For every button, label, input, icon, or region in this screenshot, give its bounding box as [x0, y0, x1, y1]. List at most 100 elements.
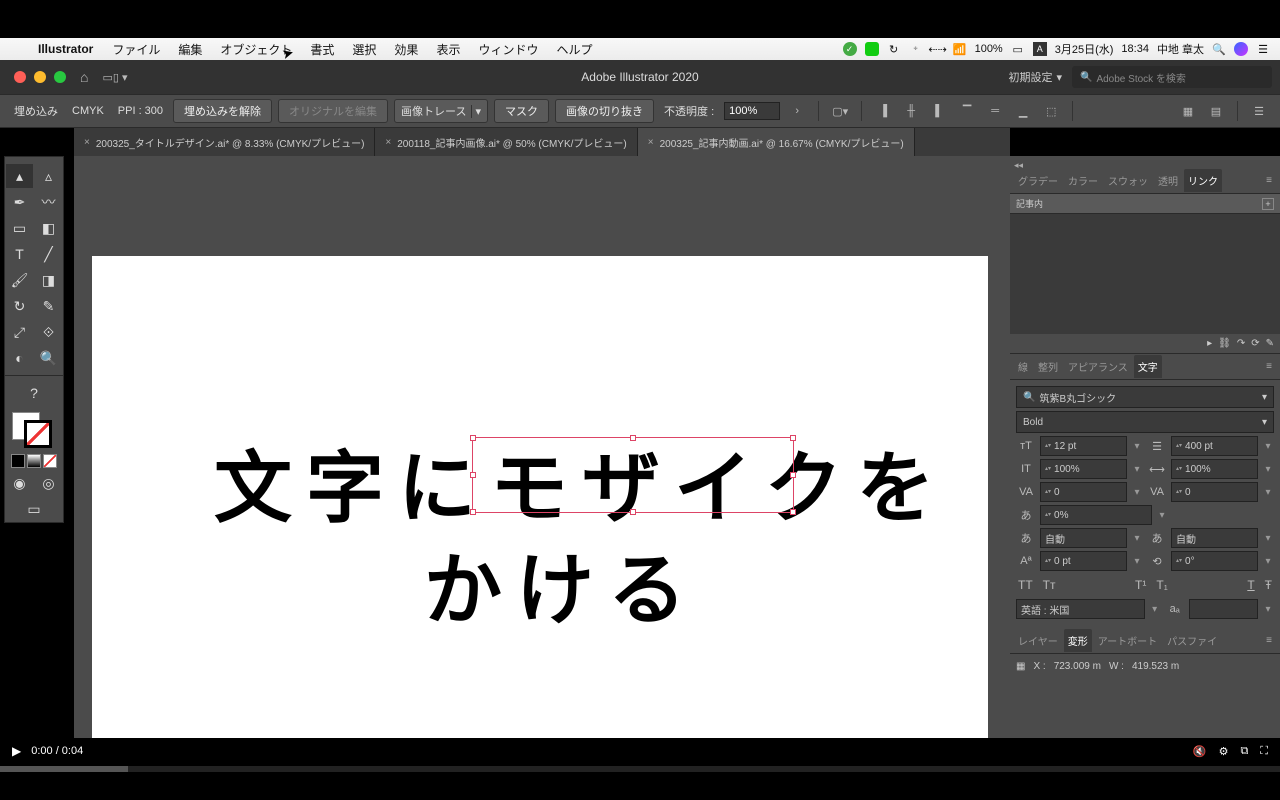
- siri-icon[interactable]: [1234, 42, 1248, 56]
- color-swatch[interactable]: [11, 454, 25, 468]
- align-right-icon[interactable]: ▌: [930, 102, 948, 120]
- grid-icon[interactable]: ▤: [1207, 102, 1225, 120]
- fullscreen-icon[interactable]: ⛶: [1260, 745, 1268, 758]
- zoom-tool[interactable]: 🔍: [35, 346, 62, 370]
- scale-tool[interactable]: ⤢: [6, 320, 33, 344]
- none-swatch[interactable]: [43, 454, 57, 468]
- menu-help[interactable]: ヘルプ: [547, 41, 601, 58]
- rotate-tool[interactable]: ↻: [6, 294, 33, 318]
- transform-icon[interactable]: ⬚: [1042, 102, 1060, 120]
- artboard[interactable]: 文字にモザイクを かける: [92, 256, 988, 738]
- menu-edit[interactable]: 編集: [169, 41, 211, 58]
- help-tool[interactable]: ?: [6, 381, 62, 405]
- allcaps-icon[interactable]: TT: [1018, 578, 1033, 592]
- vscale-field[interactable]: ▴▾100%: [1040, 459, 1127, 479]
- pip-icon[interactable]: ⧉: [1240, 745, 1248, 758]
- fill-stroke-control[interactable]: [6, 410, 62, 450]
- align-left-icon[interactable]: ▐: [874, 102, 892, 120]
- image-trace-dropdown[interactable]: 画像トレース▾: [394, 99, 488, 123]
- hscale-field[interactable]: ▴▾100%: [1171, 459, 1258, 479]
- w-value[interactable]: 419.523 m: [1132, 661, 1179, 672]
- pen-tool[interactable]: ✒: [6, 190, 33, 214]
- tab-stroke[interactable]: 線: [1014, 355, 1032, 378]
- strikethrough-icon[interactable]: Ŧ: [1265, 578, 1272, 592]
- zoom-window[interactable]: [54, 71, 66, 83]
- align-top-icon[interactable]: ▔: [958, 102, 976, 120]
- leading-field[interactable]: ▴▾400 pt: [1171, 436, 1258, 456]
- close-tab-icon[interactable]: ×: [385, 137, 391, 148]
- menu-type[interactable]: 書式: [301, 41, 343, 58]
- close-tab-icon[interactable]: ×: [84, 137, 90, 148]
- workspace-switcher[interactable]: ▭▯ ▾: [102, 71, 127, 84]
- style-icon[interactable]: ▢▾: [831, 102, 849, 120]
- relink-icon[interactable]: ⛓: [1218, 338, 1231, 349]
- settings-icon[interactable]: ⚙: [1219, 745, 1229, 758]
- update-icon[interactable]: ⟳: [1251, 338, 1259, 349]
- font-size-field[interactable]: ▴▾12 pt: [1040, 436, 1127, 456]
- stroke-swatch[interactable]: [24, 420, 52, 448]
- play-button[interactable]: ▶: [12, 744, 21, 758]
- isolate-icon[interactable]: ▦: [1179, 102, 1197, 120]
- text-line-2[interactable]: かける: [424, 528, 700, 640]
- traffic-lights[interactable]: [0, 71, 66, 83]
- input-icon[interactable]: A: [1033, 42, 1047, 56]
- tab-align[interactable]: 整列: [1034, 355, 1062, 378]
- show-icon[interactable]: ▸: [1207, 338, 1212, 349]
- align-bottom-icon[interactable]: ▁: [1014, 102, 1032, 120]
- doc-tab-3[interactable]: ×200325_記事内動画.ai* @ 16.67% (CMYK/プレビュー): [638, 128, 915, 156]
- edit-icon[interactable]: ✎: [1266, 338, 1274, 349]
- tab-pathfinder[interactable]: パスファイ: [1163, 629, 1221, 652]
- gradient-swatch[interactable]: [27, 454, 41, 468]
- font-weight-field[interactable]: Bold▾: [1016, 411, 1274, 433]
- collapse-panel-icon[interactable]: ◂◂: [1014, 160, 1023, 171]
- tsume-field[interactable]: ▴▾0%: [1040, 505, 1152, 525]
- crop-button[interactable]: 画像の切り抜き: [555, 99, 654, 123]
- panel-menu-icon[interactable]: ☰: [1250, 102, 1268, 120]
- direct-selection-tool[interactable]: ▵: [35, 164, 62, 188]
- align-vcenter-icon[interactable]: ═: [986, 102, 1004, 120]
- drawmode-normal[interactable]: ◉: [6, 471, 33, 495]
- stock-search[interactable]: 🔍Adobe Stock を検索: [1072, 66, 1272, 88]
- unembed-button[interactable]: 埋め込みを解除: [173, 99, 272, 123]
- spotlight-icon[interactable]: 🔍: [1212, 42, 1226, 56]
- type-tool[interactable]: T: [6, 242, 33, 266]
- smallcaps-icon[interactable]: Tᴛ: [1043, 578, 1056, 592]
- eraser-tool[interactable]: ◨: [35, 268, 62, 292]
- curvature-tool[interactable]: 〰: [35, 190, 62, 214]
- volume-icon[interactable]: 🔇: [1193, 745, 1207, 758]
- underline-icon[interactable]: T: [1247, 578, 1254, 592]
- panel-menu-icon[interactable]: ≡: [1262, 175, 1276, 186]
- gradient-tool[interactable]: ◐: [6, 346, 33, 370]
- notifications-icon[interactable]: ☰: [1256, 42, 1270, 56]
- doc-tab-1[interactable]: ×200325_タイトルデザイン.ai* @ 8.33% (CMYK/プレビュー…: [74, 128, 375, 156]
- tracking-field[interactable]: ▴▾0: [1171, 482, 1258, 502]
- language-field[interactable]: 英語 : 米国: [1016, 599, 1145, 619]
- link-item-row[interactable]: 記事内+: [1010, 194, 1280, 214]
- menu-view[interactable]: 表示: [427, 41, 469, 58]
- antialias-field[interactable]: [1189, 599, 1258, 619]
- close-window[interactable]: [14, 71, 26, 83]
- selection-bounds[interactable]: [472, 437, 794, 513]
- tab-layers[interactable]: レイヤー: [1014, 629, 1062, 652]
- selection-tool[interactable]: ▴: [6, 164, 33, 188]
- doc-tab-2[interactable]: ×200118_記事内画像.ai* @ 50% (CMYK/プレビュー): [375, 128, 637, 156]
- paintbrush-tool[interactable]: 🖌: [6, 268, 33, 292]
- rectangle-tool[interactable]: ▭: [6, 216, 33, 240]
- tab-links[interactable]: リンク: [1184, 169, 1222, 192]
- opacity-input[interactable]: 100%: [724, 102, 780, 120]
- minimize-window[interactable]: [34, 71, 46, 83]
- tab-transform[interactable]: 変形: [1064, 629, 1092, 652]
- screenmode-tool[interactable]: ▭: [6, 497, 62, 521]
- app-name[interactable]: Illustrator: [28, 42, 103, 56]
- home-icon[interactable]: ⌂: [80, 69, 88, 85]
- subscript-icon[interactable]: T₁: [1156, 578, 1167, 592]
- menu-file[interactable]: ファイル: [103, 41, 169, 58]
- line-tool[interactable]: ╱: [35, 242, 62, 266]
- char-rotate-field[interactable]: ▴▾0°: [1171, 551, 1258, 571]
- workspace-preset[interactable]: 初期設定▾: [998, 69, 1072, 85]
- menu-select[interactable]: 選択: [343, 41, 385, 58]
- panel-menu-icon[interactable]: ≡: [1262, 361, 1276, 372]
- tab-gradient[interactable]: グラデー: [1014, 169, 1062, 192]
- ref-point-icon[interactable]: ▦: [1016, 661, 1025, 672]
- kerning-field[interactable]: ▴▾0: [1040, 482, 1127, 502]
